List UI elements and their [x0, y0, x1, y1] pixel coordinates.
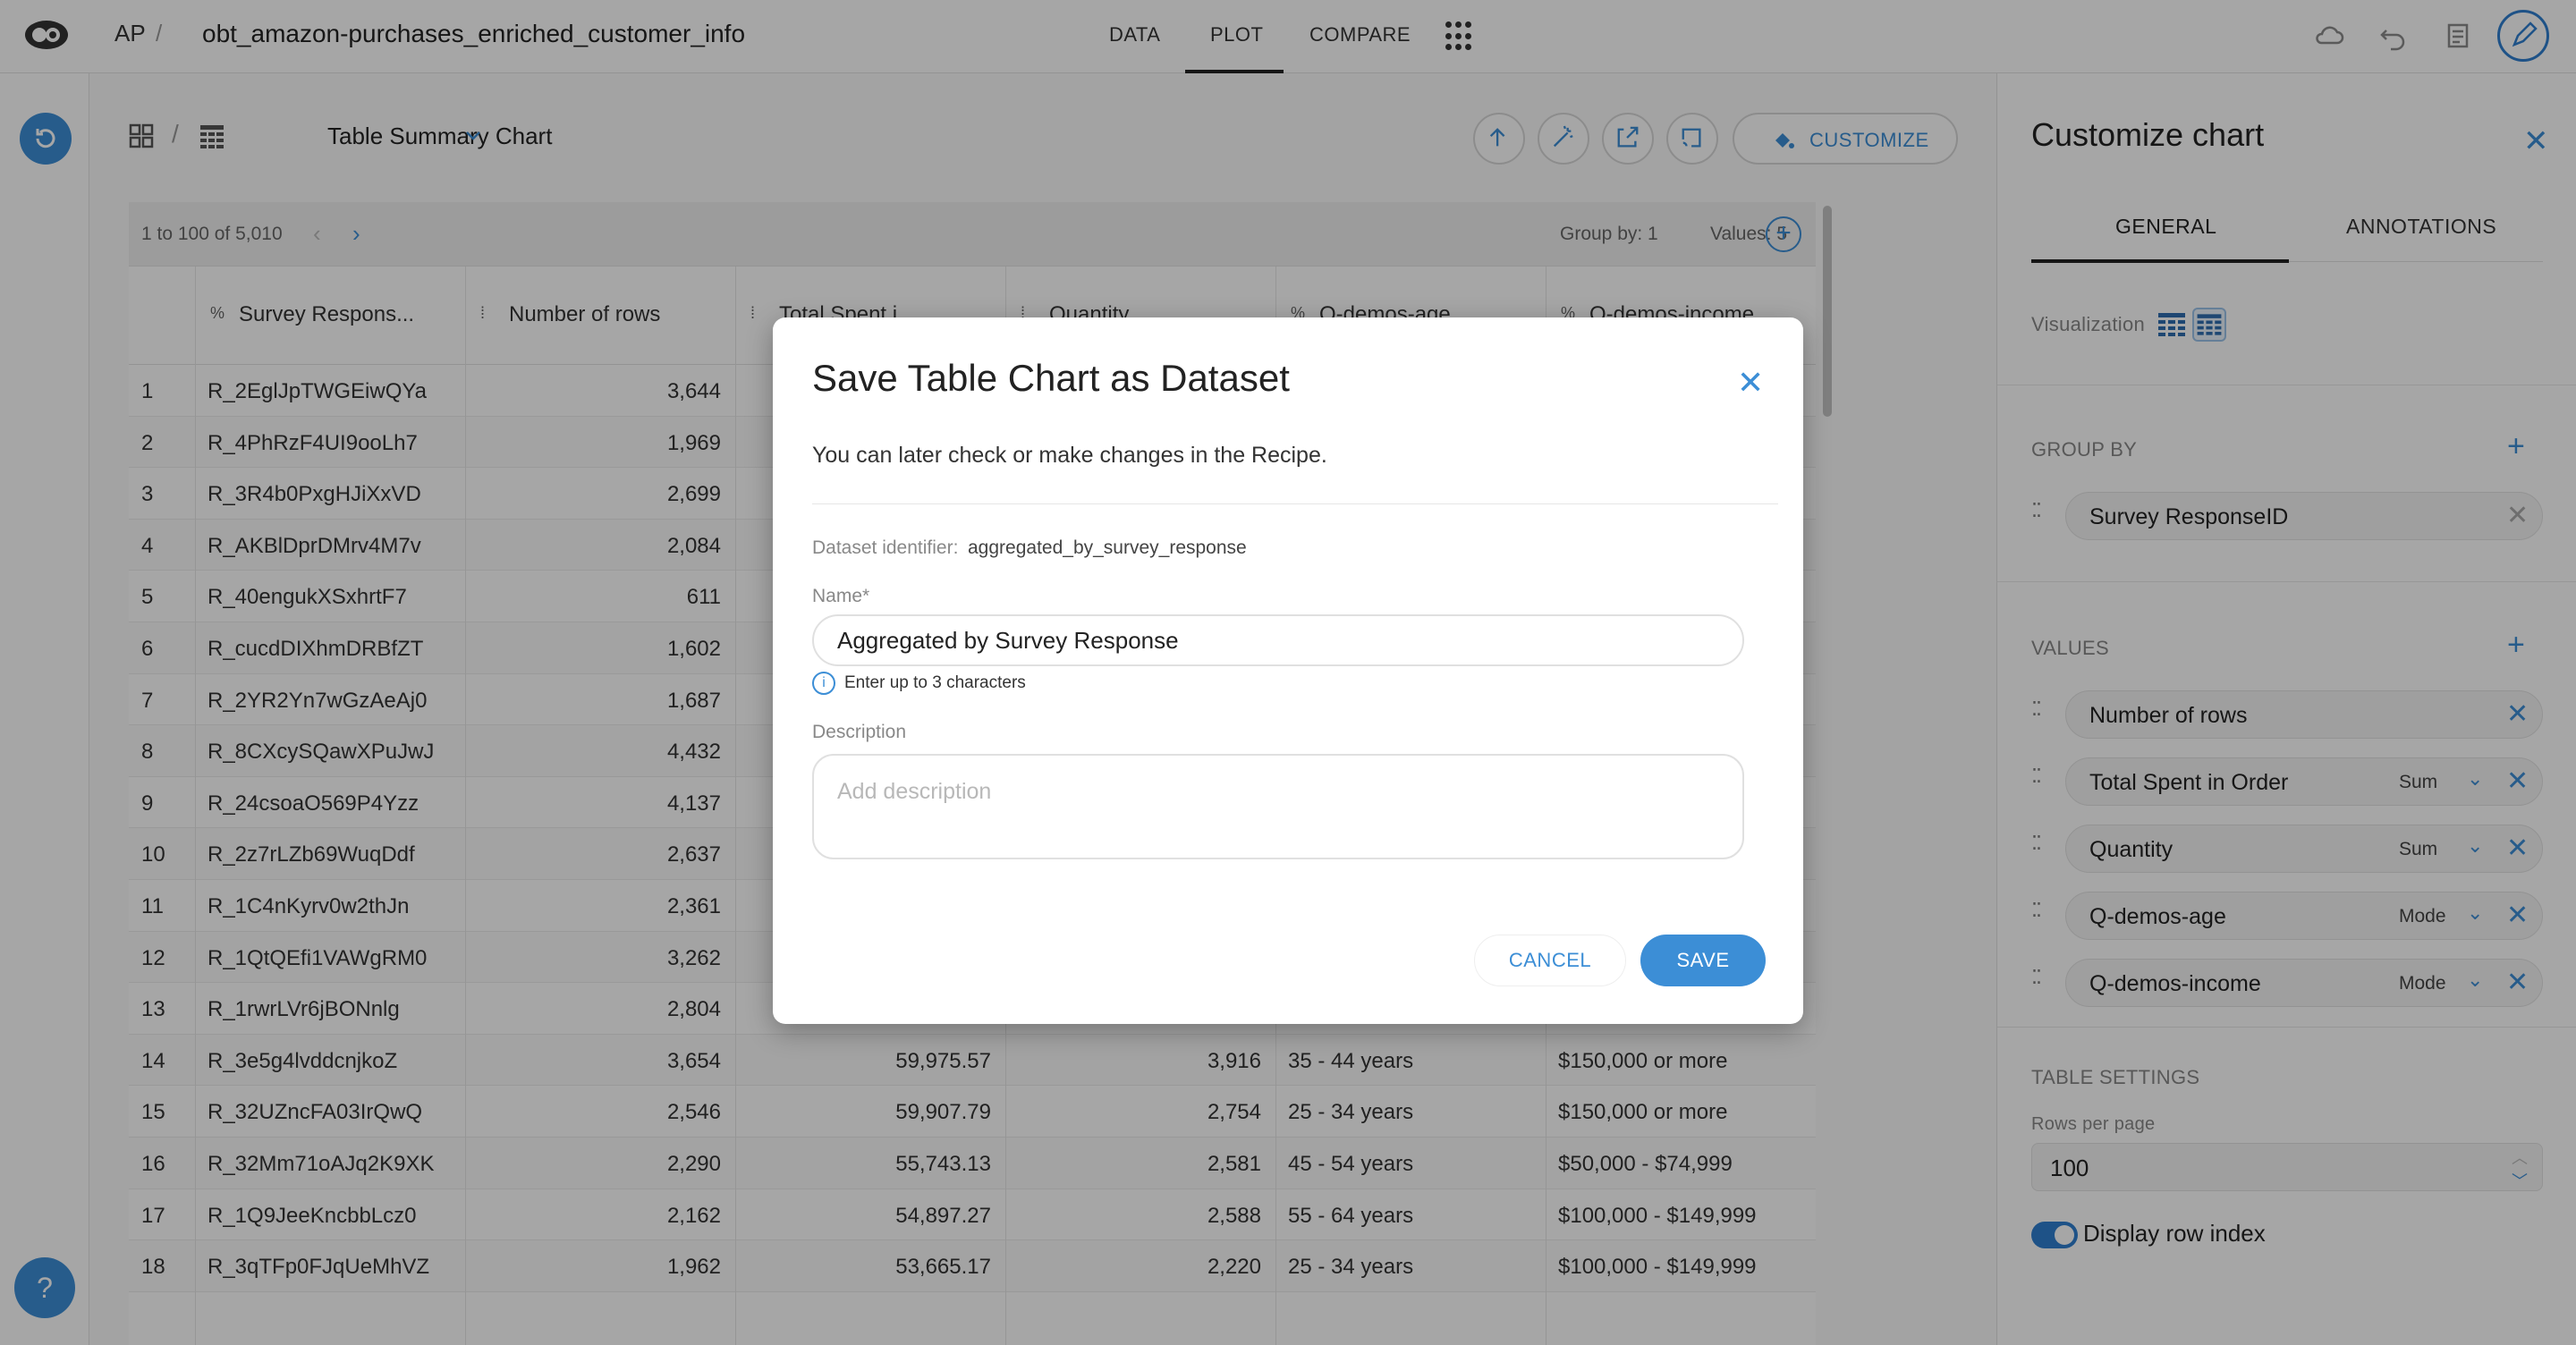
dialog-title: Save Table Chart as Dataset [812, 357, 1290, 399]
save-button[interactable]: SAVE [1640, 935, 1766, 986]
identifier-label: Dataset identifier: [812, 537, 959, 558]
cancel-button[interactable]: CANCEL [1474, 935, 1626, 986]
identifier-value: aggregated_by_survey_response [968, 537, 1247, 558]
name-input[interactable] [812, 614, 1744, 666]
info-icon: i [812, 672, 835, 695]
save-dataset-dialog: Save Table Chart as Dataset ✕ You can la… [773, 317, 1803, 1024]
dialog-subtitle: You can later check or make changes in t… [812, 443, 1327, 468]
name-label: Name* [812, 586, 870, 606]
name-hint: Enter up to 3 characters [844, 673, 1026, 692]
description-input[interactable] [812, 754, 1744, 859]
close-dialog-icon[interactable]: ✕ [1737, 364, 1764, 402]
description-label: Description [812, 722, 907, 742]
dialog-divider [812, 503, 1778, 504]
